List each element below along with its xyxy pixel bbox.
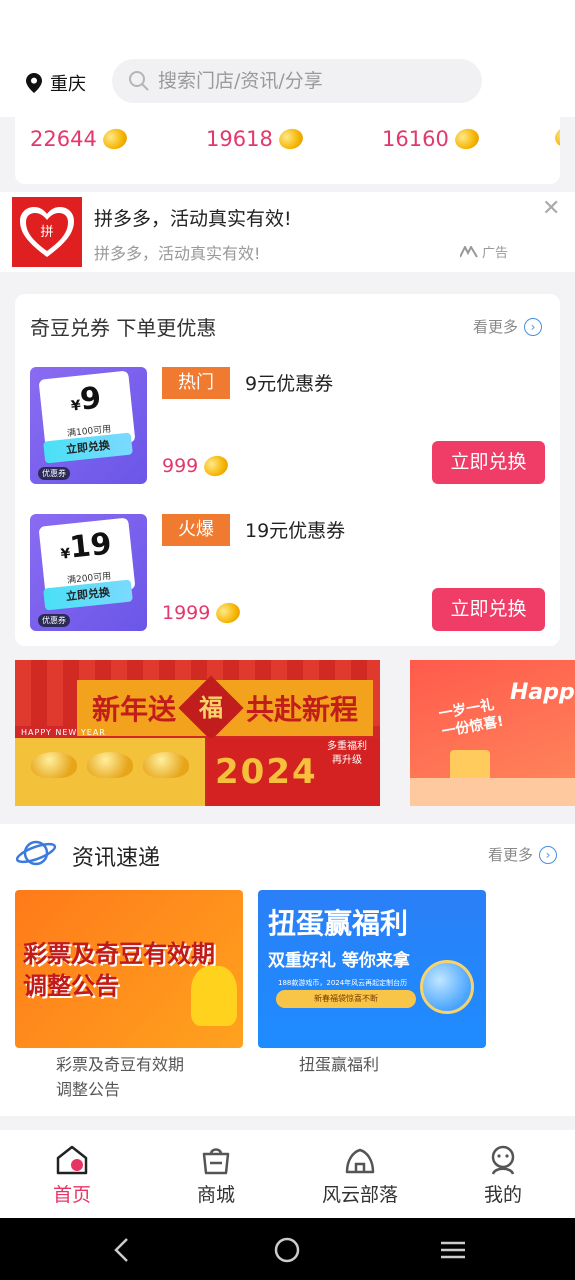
gold-ingot-icon [31, 752, 77, 778]
coin-icon [202, 453, 231, 479]
tab-tribe[interactable]: 风云部落 [310, 1144, 410, 1207]
planet-icon [15, 840, 57, 866]
tab-home[interactable]: 首页 [22, 1144, 122, 1207]
location-selector[interactable]: 重庆 [26, 70, 86, 96]
coin-icon [552, 124, 560, 150]
gold-ingot-icon [143, 752, 189, 778]
promo-carousel[interactable]: 新年送 福 共赴新程 HAPPY NEW YEAR 2024 多重福利 再升级 … [0, 660, 575, 808]
news-caption[interactable]: 彩票及奇豆有效期 调整公告 [56, 1052, 184, 1102]
coupon-price: 1999 [162, 600, 243, 626]
system-nav-bar [0, 1218, 575, 1280]
coin-icon [100, 126, 129, 152]
location-pin-icon [26, 73, 42, 93]
ad-title: 拼多多，活动真实有效! [94, 208, 292, 230]
tab-profile[interactable]: 我的 [453, 1144, 553, 1207]
chevron-right-icon: › [539, 845, 558, 864]
section-title: 资讯速递 [72, 846, 161, 871]
news-caption[interactable]: 扭蛋赢福利 [299, 1052, 379, 1077]
points-strip: 22644 19618 16160 [15, 117, 560, 184]
ad-source-icon [460, 245, 478, 258]
search-icon [129, 71, 149, 91]
coupon-image[interactable]: ¥19 满200可用 立即兑换 优惠券 [30, 514, 147, 631]
pinduoduo-logo: 拼 [12, 197, 82, 267]
home-button-icon[interactable] [272, 1235, 302, 1265]
point-item[interactable] [552, 124, 560, 150]
mascot-icon [191, 966, 237, 1026]
menu-icon[interactable] [438, 1235, 468, 1265]
ad-subtitle: 拼多多，活动真实有效! [94, 244, 261, 263]
gashapon-icon [420, 960, 474, 1014]
new-year-banner[interactable]: 新年送 福 共赴新程 HAPPY NEW YEAR 2024 多重福利 再升级 [15, 660, 380, 806]
svg-text:拼: 拼 [40, 225, 53, 240]
coupon-image[interactable]: ¥9 满100可用 立即兑换 优惠券 [30, 367, 147, 484]
shop-icon [202, 1148, 230, 1175]
search-bar[interactable] [112, 59, 482, 103]
profile-icon [491, 1145, 515, 1175]
coupon-name: 19元优惠券 [245, 520, 346, 542]
hot-badge: 热门 [162, 367, 230, 399]
see-more-button[interactable]: 看更多 › [473, 316, 543, 337]
location-label: 重庆 [50, 74, 86, 95]
close-icon[interactable]: ✕ [542, 196, 560, 221]
point-value: 22644 [30, 127, 97, 151]
tribe-icon [345, 1148, 375, 1174]
back-icon[interactable] [107, 1235, 137, 1265]
redeem-button[interactable]: 立即兑换 [432, 441, 545, 484]
tab-shop[interactable]: 商城 [166, 1144, 266, 1207]
ad-label: 广告 [460, 242, 508, 261]
gold-ingot-icon [87, 752, 133, 778]
point-item[interactable]: 19618 [206, 126, 305, 152]
coin-icon [214, 600, 243, 626]
chevron-right-icon: › [524, 317, 543, 336]
bottom-tab-bar: 首页 商城 风云部落 我的 [0, 1130, 575, 1218]
coupon-section: 奇豆兑券 下单更优惠 看更多 › ¥9 满100可用 立即兑换 优惠券 热门 9… [15, 294, 560, 646]
coin-icon [276, 126, 305, 152]
redeem-button[interactable]: 立即兑换 [432, 588, 545, 631]
hot-badge: 火爆 [162, 514, 230, 546]
news-section: 资讯速递 看更多 › 彩票及奇豆有效期 调整公告 彩票及奇豆有效期 调整公告 扭蛋赢… [0, 824, 575, 1116]
point-value: 16160 [382, 127, 449, 151]
top-bar: 重庆 [0, 0, 575, 117]
birthday-banner[interactable]: 一岁一礼一份惊喜! Happy [410, 660, 575, 806]
see-more-button[interactable]: 看更多 › [488, 844, 558, 865]
ad-banner[interactable]: 拼 拼多多，活动真实有效! 拼多多，活动真实有效! 广告 ✕ [0, 192, 575, 272]
coupon-price: 999 [162, 453, 231, 479]
coupon-item: ¥9 满100可用 立即兑换 优惠券 热门 9元优惠券 999 立即兑换 [30, 367, 545, 485]
point-value: 19618 [206, 127, 273, 151]
coupon-name: 9元优惠券 [245, 373, 334, 395]
banner-headline: 新年送 福 共赴新程 [77, 675, 373, 741]
point-item[interactable]: 16160 [382, 126, 481, 152]
point-item[interactable]: 22644 [30, 126, 129, 152]
coupon-item: ¥19 满200可用 立即兑换 优惠券 火爆 19元优惠券 1999 立即兑换 [30, 514, 545, 632]
home-icon [56, 1145, 88, 1175]
search-input[interactable] [158, 70, 458, 92]
coin-icon [452, 126, 481, 152]
news-image[interactable]: 扭蛋赢福利 双重好礼 等你来拿 188款游戏币，2024年风云再起定制台历 新春… [258, 890, 486, 1048]
news-image[interactable]: 彩票及奇豆有效期 调整公告 [15, 890, 243, 1048]
section-title: 奇豆兑券 下单更优惠 [30, 316, 217, 340]
